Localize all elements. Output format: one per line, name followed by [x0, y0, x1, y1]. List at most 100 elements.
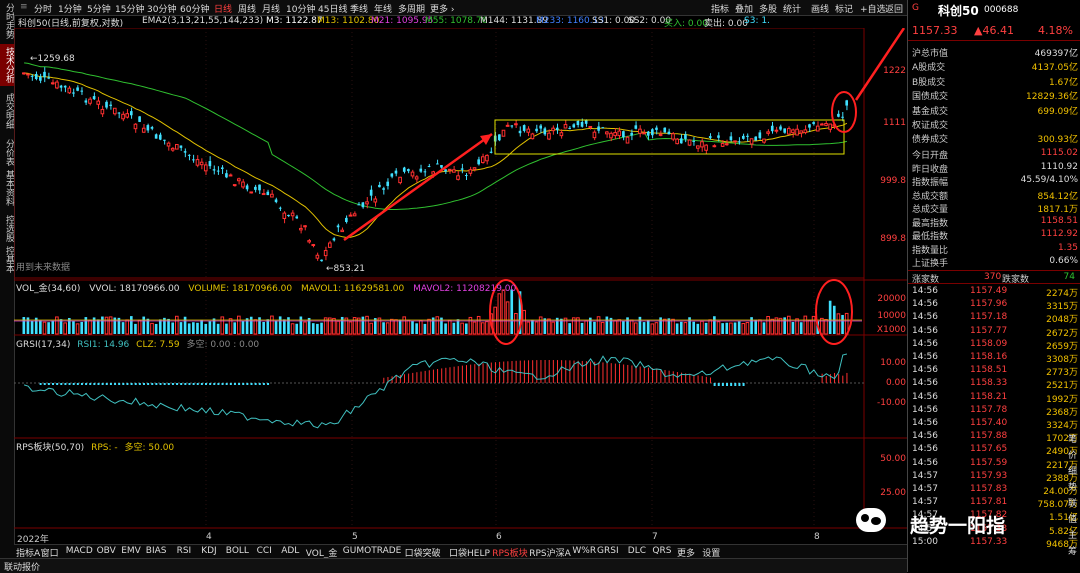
indicator-tab[interactable]: RSI — [177, 546, 192, 556]
tab-period-7[interactable]: 周线 — [238, 2, 256, 15]
tab-basic[interactable]: 控基本 — [0, 244, 14, 274]
tool-mark-button[interactable]: 标记 — [835, 2, 853, 15]
ema-params[interactable]: EMA2(3,13,21,55,144,233) — [142, 16, 263, 26]
indicator-tab[interactable]: EMV — [121, 546, 141, 556]
right-side-tab[interactable]: 主 — [1068, 528, 1077, 541]
tab-period-11[interactable]: 季线 — [350, 2, 368, 15]
tick-volume: 2773万 — [1046, 368, 1078, 379]
tab-period-6[interactable]: 日线 — [214, 2, 232, 15]
tab-period-8[interactable]: 月线 — [262, 2, 280, 15]
xaxis-6: 6 — [496, 532, 502, 542]
tool-indicator-button[interactable]: 指标 — [711, 2, 729, 15]
vol-name[interactable]: VOL_金(34,60) — [16, 284, 80, 294]
tab-period-1[interactable]: 1分钟 — [58, 2, 82, 15]
tab-period-9[interactable]: 10分钟 — [286, 2, 315, 15]
grsi-name[interactable]: GRSI(17,34) — [16, 340, 70, 350]
tab-technical[interactable]: 技术分析 — [0, 44, 14, 86]
add-watchlist-button[interactable]: +自选 — [860, 2, 886, 15]
indicator-tab[interactable]: QRS — [652, 546, 671, 556]
tick-volume: 2659万 — [1046, 341, 1078, 352]
tick-time: 14:57 — [912, 470, 938, 481]
tab-period-13[interactable]: 多周期 — [398, 2, 425, 15]
tab-stock-picker[interactable]: 控选股 — [0, 212, 14, 244]
tab-period-4[interactable]: 30分钟 — [147, 2, 176, 15]
metric-row: B股成交 1.67亿 — [912, 75, 1078, 88]
indicator-tab[interactable]: DLC — [628, 546, 646, 556]
metric-label: 权证成交 — [912, 121, 949, 131]
tool-draw-button[interactable]: 画线 — [811, 2, 829, 15]
metric-row: 总成交量 1817.1万 — [912, 202, 1078, 215]
indicator-tabs: 指标A 窗口 MACD OBV EMV BIAS RSI KDJ BOLL CCI ADL VOL_金… — [14, 544, 907, 559]
indicator-tab[interactable]: GUMOTRADE — [343, 546, 402, 556]
right-side-tab[interactable]: 筹 — [1068, 544, 1077, 557]
tick-time: 14:56 — [912, 286, 938, 296]
tab-period-5[interactable]: 60分钟 — [180, 2, 209, 15]
tick-volume: 2048万 — [1046, 315, 1078, 326]
tool-overlay-button[interactable]: 叠加 — [735, 2, 753, 15]
tab-period-0[interactable]: 分时 — [34, 2, 52, 15]
tab-profile[interactable]: 基本资料 — [0, 168, 14, 208]
right-side-tab[interactable]: 势 — [1068, 480, 1077, 493]
metric-label: 债券成交 — [912, 135, 949, 146]
metric-value: 854.12亿 — [1037, 191, 1079, 202]
tick-price: 1157.88 — [970, 431, 1008, 442]
metric-label: 指数量比 — [912, 245, 949, 256]
trend-arrow — [343, 132, 493, 242]
right-side-tab[interactable]: 细 — [1068, 464, 1077, 477]
tick-row: 14:57 1157.93 2388万 — [912, 470, 1078, 484]
rps-name[interactable]: RPS板块(50,70) — [16, 443, 84, 453]
tab-period-2[interactable]: 5分钟 — [87, 2, 111, 15]
right-side-tab[interactable]: 价 — [1068, 448, 1077, 461]
indicator-tab[interactable]: GRSI — [597, 546, 619, 556]
tab-intraday[interactable]: 分时走势 — [0, 2, 14, 40]
right-side-tab[interactable]: 联 — [1068, 496, 1077, 509]
right-side-tab[interactable]: 值 — [1068, 512, 1077, 525]
indicator-tab[interactable]: BIAS — [146, 546, 167, 556]
vol-axis-20000: 20000 — [877, 294, 906, 304]
menu-icon[interactable]: ≡ — [20, 2, 28, 12]
metric-row: 最高指数 1158.51 — [912, 216, 1078, 229]
indicator-tab[interactable]: MACD — [66, 546, 93, 556]
metric-value: 469397亿 — [1034, 49, 1078, 59]
tool-multi-stock-button[interactable]: 多股 — [759, 2, 777, 15]
indicator-tab[interactable]: ADL — [281, 546, 299, 556]
tab-period-3[interactable]: 15分钟 — [115, 2, 144, 15]
indicator-tab[interactable]: OBV — [97, 546, 116, 556]
back-button[interactable]: 返回 — [885, 2, 903, 15]
tick-time: 15:00 — [912, 536, 938, 547]
xaxis-4: 4 — [206, 532, 212, 542]
ema-m3: M3: 1122.87 — [266, 16, 323, 26]
metric-label: 今日开盘 — [912, 151, 949, 161]
watermark-text: 趋势一阳指 — [910, 515, 1006, 537]
status-bar: 联动报价 — [0, 558, 907, 573]
tab-period-12[interactable]: 年线 — [374, 2, 392, 15]
volume-bars — [14, 289, 862, 335]
indicator-tab[interactable]: CCI — [257, 546, 272, 556]
tab-trades[interactable]: 成交明细 — [0, 90, 14, 132]
tab-period-10[interactable]: 45日线 — [318, 2, 347, 15]
tick-price: 1157.65 — [970, 444, 1008, 455]
grsi-bars — [39, 360, 848, 386]
up-label: 涨家数 — [912, 275, 940, 285]
tick-volume: 3324万 — [1046, 421, 1078, 431]
right-side-tab[interactable]: 笔 — [1068, 432, 1077, 445]
tick-row: 14:56 1157.40 3324万 — [912, 418, 1078, 431]
indicator-tab[interactable]: BOLL — [226, 546, 249, 556]
tick-time: 14:56 — [912, 418, 938, 428]
indicator-tab[interactable]: KDJ — [201, 546, 217, 556]
metric-value: 1.35 — [1057, 242, 1078, 253]
metric-value: 12829.36亿 — [1026, 92, 1078, 103]
tick-row: 14:56 1158.16 3308万 — [912, 352, 1078, 365]
grsi-axis-10: 10.00 — [880, 358, 906, 368]
ema-m21: M21: 1095.95 — [371, 16, 434, 26]
tab-price-table[interactable]: 分价表 — [0, 136, 14, 168]
metric-row: 沪总市值 469397亿 — [912, 46, 1078, 59]
tick-row: 14:56 1158.09 2659万 — [912, 339, 1078, 352]
mavol2-value: MAVOL2: 11208219.00 — [413, 284, 517, 294]
tab-period-more[interactable]: 更多 › — [430, 2, 454, 15]
indicator-tab[interactable]: W%R — [572, 546, 596, 556]
metric-label: 最低指数 — [912, 232, 949, 242]
xaxis-7: 7 — [652, 532, 658, 542]
status-text[interactable]: 联动报价 — [4, 560, 40, 573]
tool-stats-button[interactable]: 统计 — [783, 2, 801, 15]
